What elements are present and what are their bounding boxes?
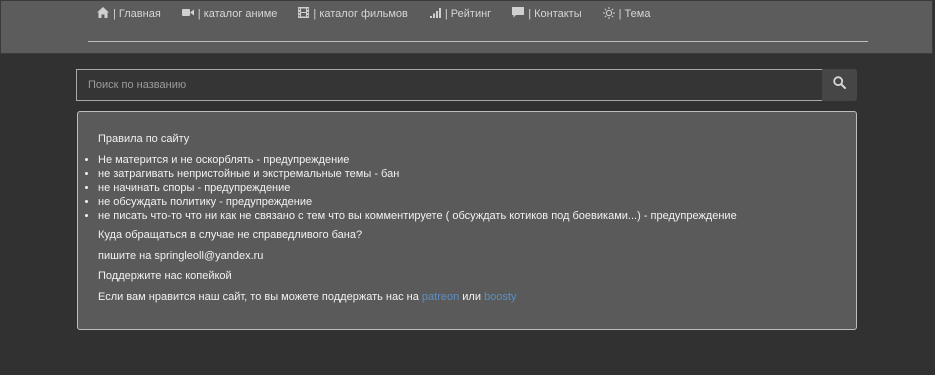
rule-item: не начинать споры - предупреждение	[98, 181, 737, 195]
nav-item-rating[interactable]: | Рейтинг	[429, 7, 492, 21]
rule-item: не обсуждать политику - предупреждение	[98, 195, 737, 209]
site-rules-panel: Правила по сайту Не матерится и не оскор…	[77, 111, 857, 330]
rule-item: не затрагивать непристойные и экстремаль…	[98, 167, 737, 181]
comment-icon	[512, 7, 525, 21]
unban-question: Куда обращаться в случае не справедливог…	[98, 229, 363, 241]
search-icon	[833, 76, 846, 94]
search-input[interactable]	[76, 69, 822, 101]
nav-label-movie-catalog: | каталог фильмов	[313, 8, 408, 20]
boosty-link[interactable]: boosty	[484, 291, 516, 303]
nav-label-theme: | Тема	[618, 8, 651, 20]
support-text-lead: Если вам нравится наш сайт, то вы можете…	[98, 291, 419, 303]
support-text: Если вам нравится наш сайт, то вы можете…	[98, 291, 516, 303]
contact-email-text: пишите на springleoll@yandex.ru	[98, 250, 264, 262]
search-bar	[76, 69, 857, 101]
nav-item-anime-catalog[interactable]: | каталог аниме	[181, 7, 278, 21]
sun-icon	[602, 6, 615, 22]
patreon-link[interactable]: patreon	[422, 291, 459, 303]
nav-divider	[88, 41, 868, 42]
signal-bars-icon	[429, 7, 441, 21]
nav-item-home[interactable]: | Главная	[97, 7, 161, 21]
top-navbar: | Главная | каталог аниме | каталог филь…	[0, 0, 933, 54]
rule-item: не писать что-то что ни как не связано с…	[98, 209, 737, 223]
main-nav: | Главная | каталог аниме | каталог филь…	[97, 6, 651, 22]
rules-list: Не матерится и не оскорблять - предупреж…	[86, 153, 737, 223]
film-icon	[298, 7, 310, 21]
search-button[interactable]	[822, 69, 857, 101]
nav-item-theme[interactable]: | Тема	[602, 6, 651, 22]
support-heading: Поддержите нас копейкой	[98, 270, 232, 282]
rule-item: Не матерится и не оскорблять - предупреж…	[98, 153, 737, 167]
nav-label-home: | Главная	[113, 8, 161, 20]
rules-title: Правила по сайту	[98, 133, 190, 145]
nav-label-anime-catalog: | каталог аниме	[197, 8, 278, 20]
nav-label-rating: | Рейтинг	[444, 8, 492, 20]
support-or: или	[462, 291, 481, 303]
nav-item-contacts[interactable]: | Контакты	[512, 7, 582, 21]
video-camera-icon	[181, 8, 194, 20]
home-icon	[97, 7, 109, 21]
nav-label-contacts: | Контакты	[528, 8, 582, 20]
nav-item-movie-catalog[interactable]: | каталог фильмов	[298, 7, 408, 21]
